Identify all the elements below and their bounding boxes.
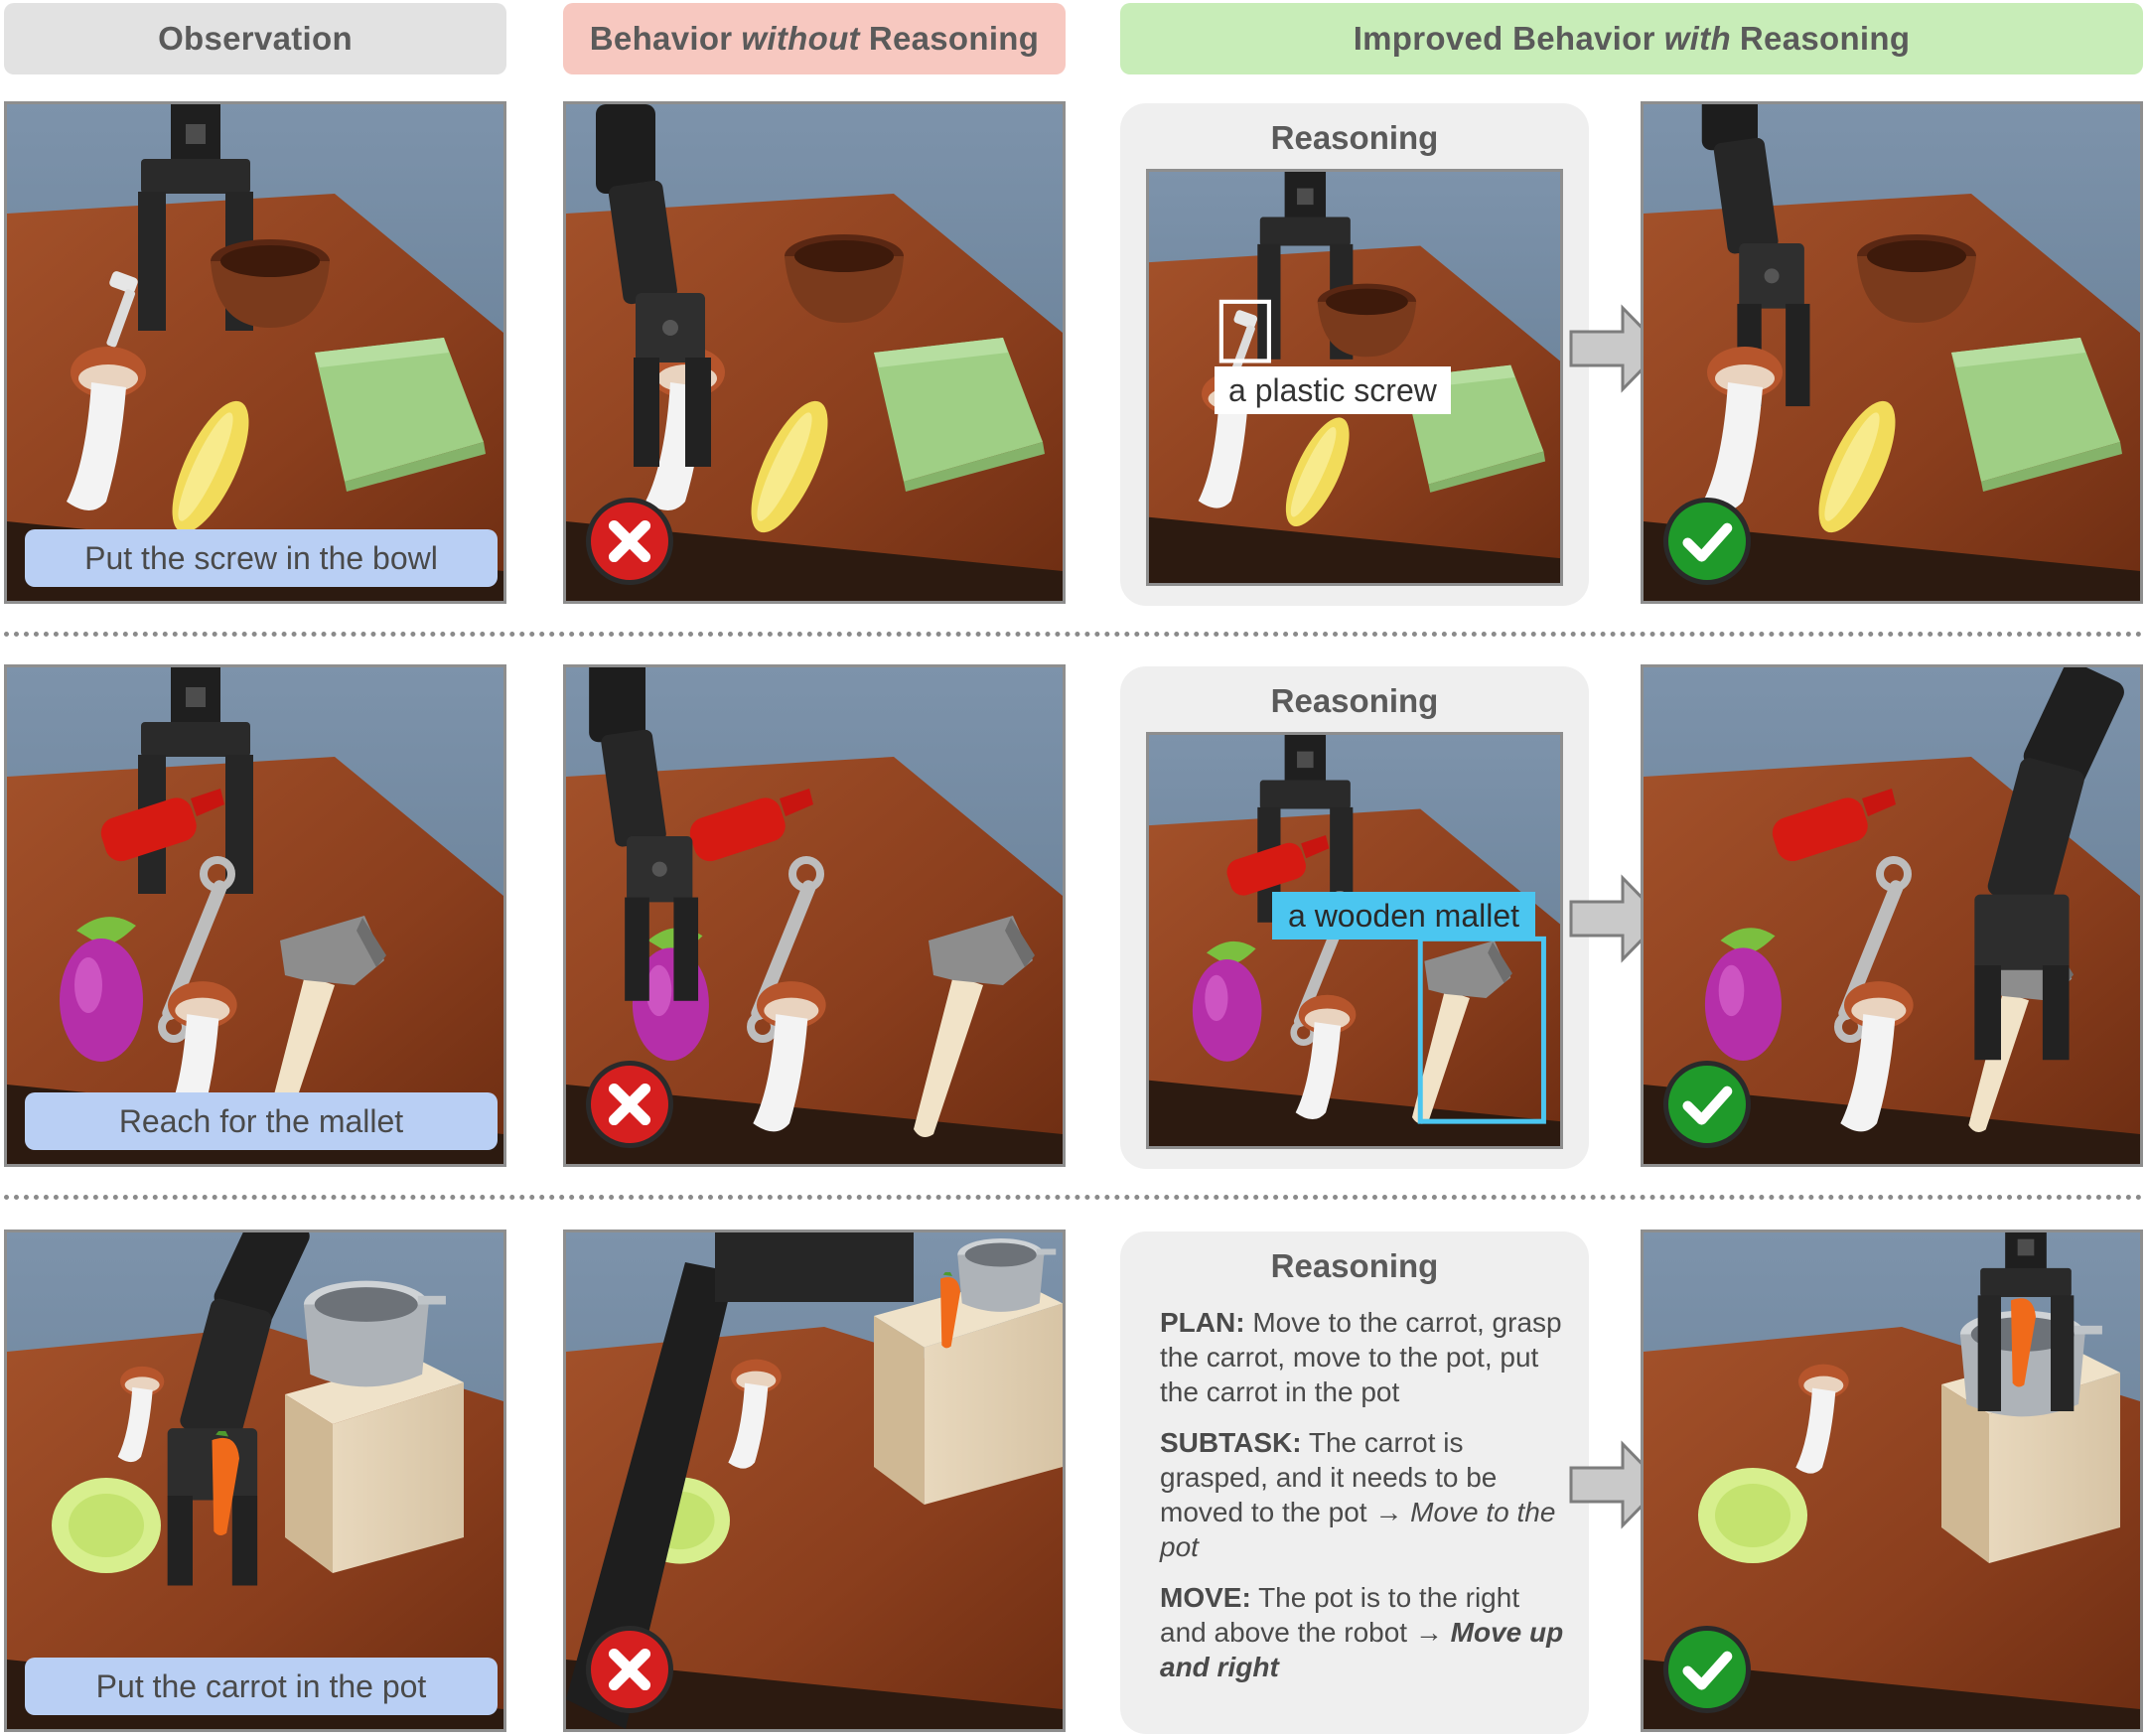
row2-reasoning-label: a wooden mallet [1272,892,1536,940]
row-separator [4,632,2143,637]
row1-observation-image: Put the screw in the bowl [4,101,506,604]
row3-without-reasoning-image [563,1230,1066,1732]
row3-reasoning-text: PLAN: Move to the carrot, grasp the carr… [1160,1305,1567,1700]
row2-with-reasoning-image [1641,664,2143,1167]
header-with-reasoning: Improved Behavior with Reasoning [1120,3,2143,74]
row1-without-reasoning-image [563,101,1066,604]
row1-reasoning-panel: Reasoning a plastic screw [1120,103,1589,606]
row1-reasoning-label: a plastic screw [1215,366,1451,414]
row3-with-reasoning-image [1641,1230,2143,1732]
row2-observation-image: Reach for the mallet [4,664,506,1167]
row3-reasoning-panel: Reasoning PLAN: Move to the carrot, gras… [1120,1231,1589,1734]
row3-instruction: Put the carrot in the pot [25,1658,498,1715]
row1-with-reasoning-image [1641,101,2143,604]
row2-reasoning-title: Reasoning [1270,682,1439,719]
row2-reasoning-image: a wooden mallet [1146,732,1563,1149]
success-check-icon [1663,1061,1751,1148]
row1-reasoning-title: Reasoning [1270,119,1439,156]
row3-reasoning-title: Reasoning [1270,1247,1439,1284]
row3-observation-image: Put the carrot in the pot [4,1230,506,1732]
success-check-icon [1663,498,1751,585]
row1-instruction: Put the screw in the bowl [25,529,498,587]
plan-paragraph: PLAN: Move to the carrot, grasp the carr… [1160,1307,1562,1407]
row-separator [4,1195,2143,1200]
row1-reasoning-image: a plastic screw [1146,169,1563,586]
move-paragraph: MOVE: The pot is to the right and above … [1160,1582,1564,1682]
fail-x-icon [586,1061,673,1148]
success-check-icon [1663,1626,1751,1713]
fail-x-icon [586,498,673,585]
header-observation: Observation [4,3,506,74]
row2-reasoning-panel: Reasoning a wooden mallet [1120,666,1589,1169]
fail-x-icon [586,1626,673,1713]
subtask-paragraph: SUBTASK: The carrot is grasped, and it n… [1160,1427,1556,1562]
row2-without-reasoning-image [563,664,1066,1167]
header-without-reasoning: Behavior without Reasoning [563,3,1066,74]
row2-instruction: Reach for the mallet [25,1092,498,1150]
